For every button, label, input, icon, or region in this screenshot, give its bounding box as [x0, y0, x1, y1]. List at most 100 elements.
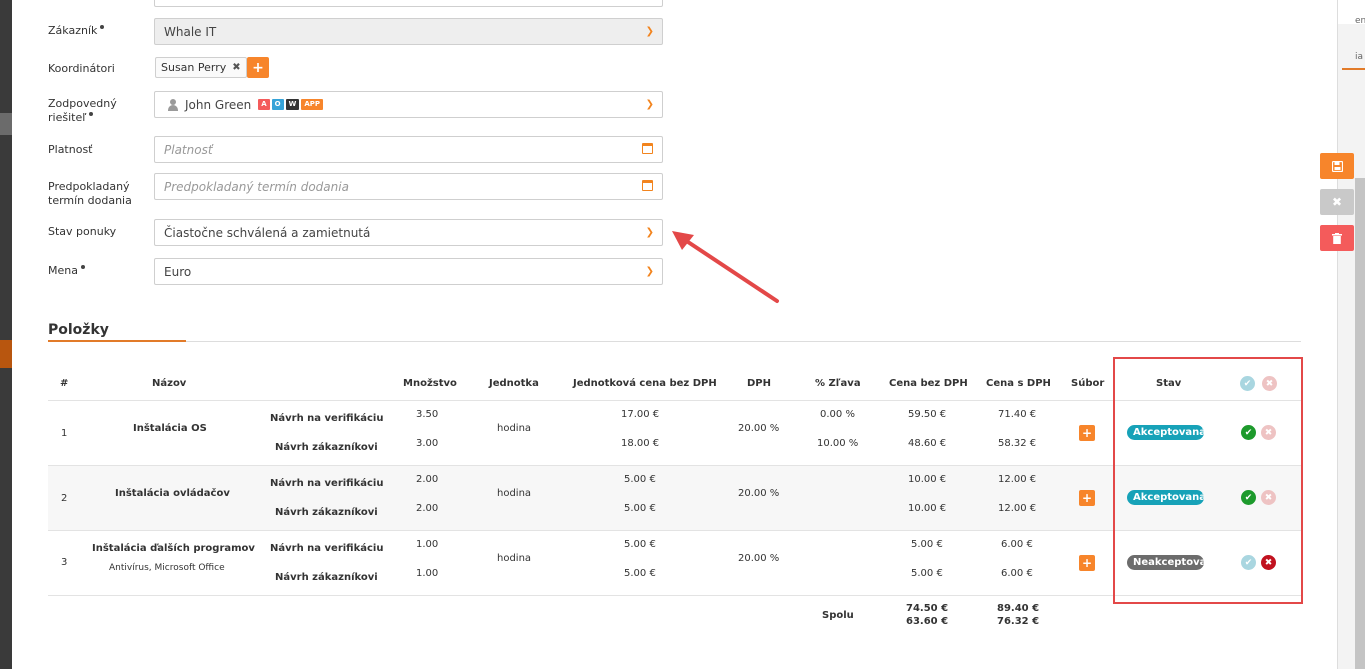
close-icon: ✖: [1331, 195, 1343, 209]
remove-tag-icon[interactable]: ✖: [232, 62, 240, 73]
unit-value: hodina: [497, 553, 532, 564]
background-tab-underline: [1342, 68, 1365, 70]
currency-label: Mena: [48, 264, 85, 278]
coordinator-name: Susan Perry: [161, 61, 227, 74]
calendar-icon[interactable]: [642, 180, 653, 191]
background-overlay-right: en ia: [1337, 0, 1365, 669]
delete-button[interactable]: [1320, 225, 1354, 251]
add-file-button[interactable]: +: [1079, 555, 1095, 571]
annotation-highlight-box: [1113, 357, 1303, 604]
required-dot: [100, 25, 105, 29]
customer-value: Whale IT: [164, 24, 217, 39]
coordinators-label: Koordinátori: [48, 62, 115, 75]
qty-value: 1.00: [416, 539, 439, 550]
unit-price-value: 5.00 €: [624, 568, 656, 579]
currency-value: Euro: [164, 264, 192, 279]
background-text: ia: [1355, 52, 1364, 62]
total-net-value: 74.50 €: [906, 603, 949, 614]
qty-value: 2.00: [416, 503, 439, 514]
responsible-select[interactable]: John Green A O W APP ❯: [154, 91, 663, 118]
role-badge-o: O: [271, 99, 284, 110]
chevron-down-icon: ❯: [645, 26, 654, 37]
plus-icon: +: [1081, 491, 1093, 505]
chevron-down-icon: ❯: [645, 266, 654, 277]
responsible-label: Zodpovedný riešiteľ: [48, 97, 117, 124]
add-file-button[interactable]: +: [1079, 425, 1095, 441]
row-num: 3: [61, 557, 68, 568]
coordinator-tag: Susan Perry ✖: [155, 57, 247, 78]
col-header-num: #: [60, 378, 69, 389]
row-name: Inštalácia OS: [133, 423, 207, 434]
net-price-value: 59.50 €: [908, 409, 947, 420]
plus-icon: +: [1081, 426, 1093, 440]
discount-value: 10.00 %: [817, 438, 859, 449]
vat-value: 20.00 %: [738, 488, 780, 499]
cancel-button[interactable]: ✖: [1320, 189, 1354, 215]
delivery-label: Predpokladaný termín dodania: [48, 180, 132, 207]
validity-label: Platnosť: [48, 143, 93, 156]
variant-label: Návrh na verifikáciu: [270, 413, 384, 424]
variant-label: Návrh zákazníkovi: [275, 572, 378, 583]
row-num: 1: [61, 428, 68, 439]
qty-value: 3.50: [416, 409, 439, 420]
col-header-price-no-vat: Cena bez DPH: [889, 378, 968, 389]
validity-date-input[interactable]: Platnosť: [154, 136, 663, 163]
discount-value: 0.00 %: [820, 409, 855, 420]
offer-state-value: Čiastočne schválená a zamietnutá: [164, 225, 371, 240]
unit-price-value: 17.00 €: [621, 409, 660, 420]
row-description: Antivírus, Microsoft Office: [109, 563, 225, 573]
offer-state-select[interactable]: Čiastočne schválená a zamietnutá ❯: [154, 219, 663, 246]
qty-value: 1.00: [416, 568, 439, 579]
net-price-value: 48.60 €: [908, 438, 947, 449]
net-price-value: 10.00 €: [908, 474, 947, 485]
variant-label: Návrh na verifikáciu: [270, 478, 384, 489]
net-price-value: 5.00 €: [911, 568, 943, 579]
currency-select[interactable]: Euro ❯: [154, 258, 663, 285]
variant-label: Návrh na verifikáciu: [270, 543, 384, 554]
total-net-value: 63.60 €: [906, 616, 949, 627]
floppy-icon: [1331, 160, 1343, 172]
calendar-icon[interactable]: [642, 143, 653, 154]
delivery-placeholder: Predpokladaný termín dodania: [164, 179, 349, 194]
variant-label: Návrh zákazníkovi: [275, 442, 378, 453]
role-badge-a: A: [258, 99, 270, 110]
trash-icon: [1332, 232, 1342, 244]
delivery-date-input[interactable]: Predpokladaný termín dodania: [154, 173, 663, 200]
net-price-value: 5.00 €: [911, 539, 943, 550]
required-dot: [89, 112, 94, 116]
col-header-qty: Množstvo: [403, 378, 457, 389]
qty-value: 3.00: [416, 438, 439, 449]
unit-price-value: 5.00 €: [624, 503, 656, 514]
offer-state-label: Stav ponuky: [48, 225, 117, 238]
background-overlay-left: [0, 0, 12, 669]
save-button[interactable]: [1320, 153, 1354, 179]
section-accent-line: [48, 340, 186, 342]
gross-price-value: 6.00 €: [1001, 568, 1033, 579]
col-header-discount: % Zľava: [815, 378, 861, 389]
unit-price-value: 5.00 €: [624, 474, 656, 485]
row-name: Inštalácia ďalších programov: [92, 543, 255, 554]
col-header-unit-price: Jednotková cena bez DPH: [573, 378, 717, 389]
scrollbar[interactable]: [1355, 178, 1365, 669]
col-header-file: Súbor: [1071, 378, 1105, 389]
chevron-down-icon: ❯: [645, 99, 654, 110]
gross-price-value: 58.32 €: [998, 438, 1037, 449]
add-coordinator-button[interactable]: +: [247, 57, 269, 78]
total-gross-value: 76.32 €: [997, 616, 1040, 627]
variant-label: Návrh zákazníkovi: [275, 507, 378, 518]
previous-field[interactable]: [154, 0, 663, 7]
customer-select[interactable]: Whale IT ❯: [154, 18, 663, 45]
col-header-unit: Jednotka: [489, 378, 539, 389]
unit-price-value: 18.00 €: [621, 438, 660, 449]
role-badge-app: APP: [301, 99, 324, 110]
unit-price-value: 5.00 €: [624, 539, 656, 550]
net-price-value: 10.00 €: [908, 503, 947, 514]
add-file-button[interactable]: +: [1079, 490, 1095, 506]
background-text: en: [1355, 16, 1365, 26]
responsible-value: John Green: [185, 97, 252, 112]
validity-placeholder: Platnosť: [164, 142, 213, 157]
qty-value: 2.00: [416, 474, 439, 485]
section-divider: [48, 341, 1301, 342]
vat-value: 20.00 %: [738, 423, 780, 434]
row-num: 2: [61, 493, 68, 504]
